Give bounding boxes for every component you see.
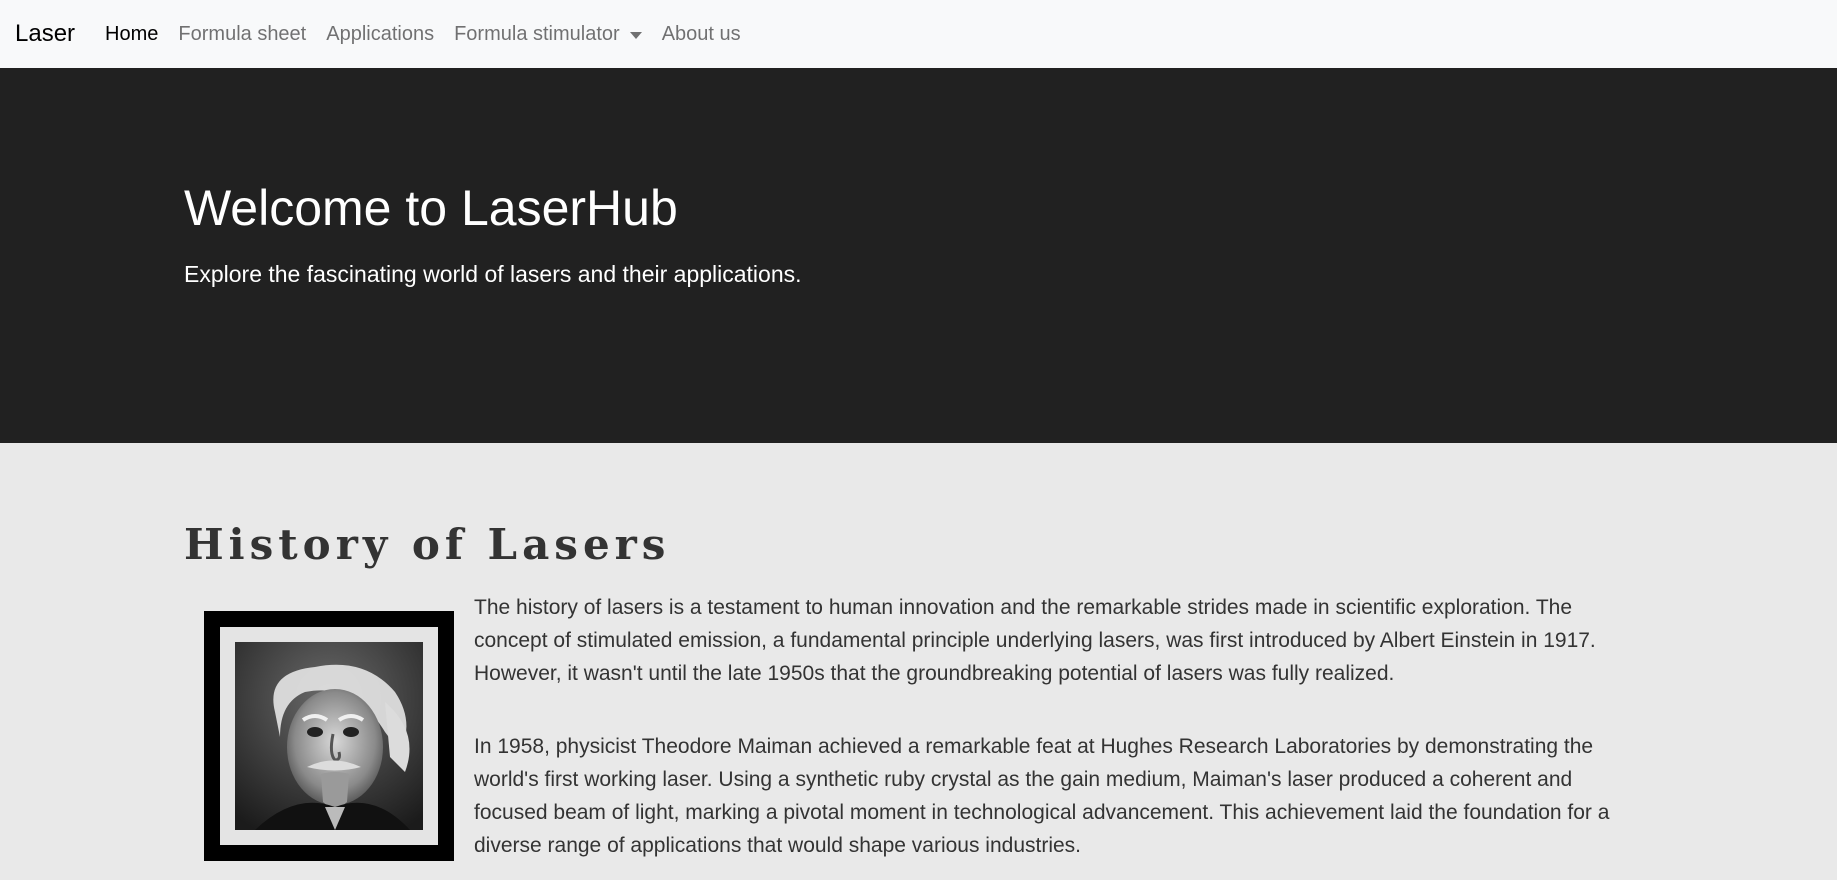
nav-about-us[interactable]: About us — [662, 23, 741, 46]
history-paragraph-1: The history of lasers is a testament to … — [474, 596, 1596, 685]
hero-subtitle: Explore the fascinating world of lasers … — [184, 261, 802, 287]
nav-formula-stimulator-dropdown[interactable]: Formula stimulator — [454, 23, 642, 46]
nav-formula-stimulator-label: Formula stimulator — [454, 22, 620, 45]
history-paragraph-2: In 1958, physicist Theodore Maiman achie… — [474, 735, 1610, 857]
history-heading: History of Lasers — [184, 520, 671, 569]
top-navbar: Laser Home Formula sheet Applications Fo… — [0, 0, 1837, 68]
hero-banner: Welcome to LaserHub Explore the fascinat… — [0, 68, 1837, 443]
nav-applications[interactable]: Applications — [326, 23, 434, 46]
brand-logo[interactable]: Laser — [15, 20, 75, 48]
einstein-photo — [235, 642, 423, 830]
einstein-photo-frame — [204, 611, 454, 861]
nav-home[interactable]: Home — [105, 23, 158, 46]
hero-title: Welcome to LaserHub — [184, 180, 678, 236]
caret-down-icon — [629, 31, 642, 39]
nav-formula-sheet[interactable]: Formula sheet — [178, 23, 306, 46]
